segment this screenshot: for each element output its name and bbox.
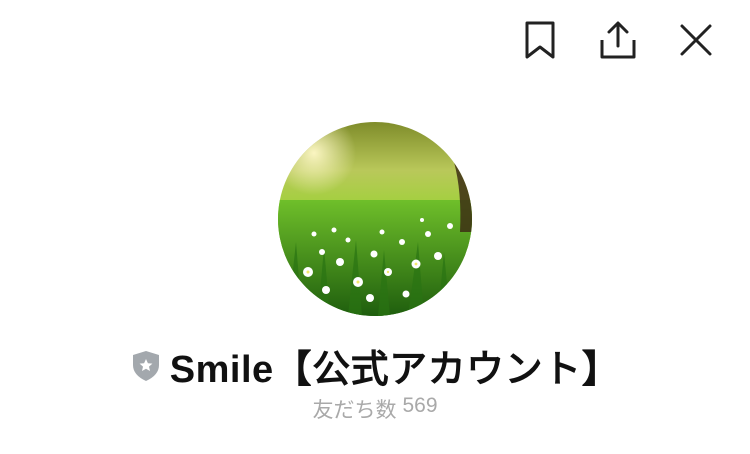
meadow-photo [278, 122, 472, 316]
official-badge-icon [130, 349, 162, 383]
friends-count-row: 友だち数 569 [0, 394, 750, 424]
bookmark-button[interactable] [514, 18, 566, 62]
profile-name: Smile【公式アカウント】 [169, 349, 621, 391]
close-icon [680, 24, 712, 56]
profile-name-row: Smile【公式アカウント】 [0, 338, 750, 393]
top-action-bar [514, 18, 722, 62]
friends-label: 友だち数 [312, 399, 397, 422]
share-icon [600, 21, 636, 59]
profile-page: Smile【公式アカウント】 友だち数 569 [0, 0, 750, 454]
share-button[interactable] [592, 18, 644, 62]
close-button[interactable] [670, 18, 722, 62]
friends-count: 569 [402, 394, 438, 417]
avatar[interactable] [278, 122, 472, 316]
bookmark-icon [525, 21, 555, 59]
